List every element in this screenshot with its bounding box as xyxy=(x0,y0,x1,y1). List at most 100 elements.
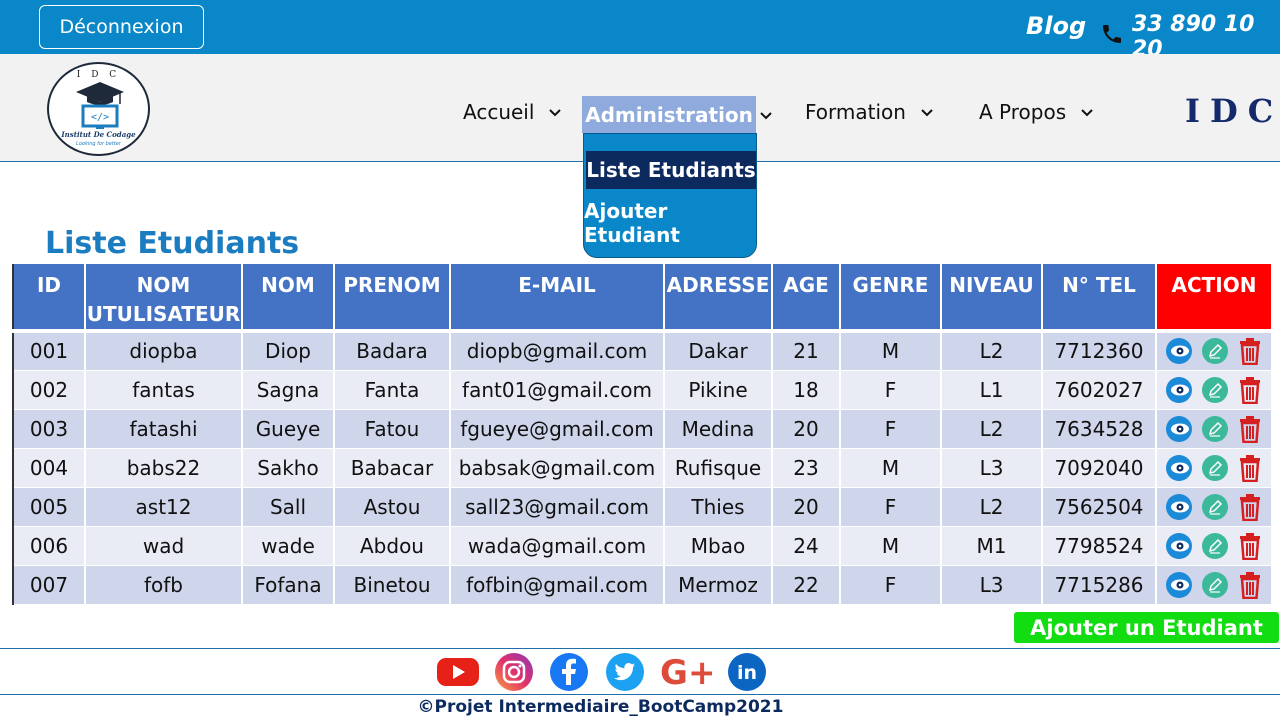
idc-logo[interactable]: I D C </> Institut De Codage Looking for… xyxy=(47,62,150,156)
cell-age: 24 xyxy=(772,526,841,566)
cell-adresse: Mermoz xyxy=(664,565,773,605)
blog-link[interactable]: Blog xyxy=(1026,12,1086,40)
edit-icon[interactable] xyxy=(1201,337,1229,365)
cell-niveau: L3 xyxy=(941,565,1043,605)
delete-icon[interactable] xyxy=(1237,571,1263,599)
cell-niveau: L3 xyxy=(941,448,1043,488)
edit-icon[interactable] xyxy=(1201,454,1229,482)
cell-actions xyxy=(1156,565,1273,605)
logo-name: Institut De Codage xyxy=(61,130,136,139)
column-header: NIVEAU xyxy=(941,264,1043,333)
instagram-icon[interactable] xyxy=(494,652,534,692)
social-links: G+ in xyxy=(436,652,768,692)
cell-actions xyxy=(1156,370,1273,410)
cell-tel: 7602027 xyxy=(1042,370,1157,410)
view-icon[interactable] xyxy=(1165,454,1193,482)
view-icon[interactable] xyxy=(1165,493,1193,521)
cell-niveau: L1 xyxy=(941,370,1043,410)
view-icon[interactable] xyxy=(1165,376,1193,404)
logo-top-text: I D C xyxy=(76,70,121,80)
copyright-text: ©Projet Intermediaire_BootCamp2021 xyxy=(417,697,784,717)
cell-nom: Diop xyxy=(242,331,335,371)
table-row: 001 diopba Diop Badara diopb@gmail.com Dakar 2… xyxy=(13,331,1273,371)
edit-icon[interactable] xyxy=(1201,532,1229,560)
nav-formation-label: Formation xyxy=(805,100,906,124)
logout-button[interactable]: Déconnexion xyxy=(39,5,204,49)
cell-id: 006 xyxy=(13,526,86,566)
twitter-icon[interactable] xyxy=(604,652,646,692)
nav-accueil[interactable]: Accueil xyxy=(463,100,562,124)
view-icon[interactable] xyxy=(1165,415,1193,443)
table-row: 004 babs22 Sakho Babacar babsak@gmail.com Ruf… xyxy=(13,448,1273,488)
dropdown-ajouter-etudiant[interactable]: Ajouter Etudiant xyxy=(584,199,756,247)
delete-icon[interactable] xyxy=(1237,415,1263,443)
dropdown-liste-etudiants[interactable]: Liste Etudiants xyxy=(586,151,756,189)
nav-a-propos-label: A Propos xyxy=(979,100,1067,124)
cell-email: sall23@gmail.com xyxy=(450,487,665,527)
column-header: N° TEL xyxy=(1042,264,1157,333)
cell-genre: F xyxy=(840,370,942,410)
delete-icon[interactable] xyxy=(1237,532,1263,560)
table-row: 002 fantas Sagna Fanta fant01@gmail.com Pikin… xyxy=(13,370,1273,410)
table-row: 005 ast12 Sall Astou sall23@gmail.com Thies 20… xyxy=(13,487,1273,527)
edit-icon[interactable] xyxy=(1201,571,1229,599)
cell-genre: F xyxy=(840,487,942,527)
linkedin-icon[interactable]: in xyxy=(726,652,768,692)
delete-icon[interactable] xyxy=(1237,376,1263,404)
table-row: 006 wad wade Abdou wada@gmail.com Mbao 24 M M1 77… xyxy=(13,526,1273,566)
cell-tel: 7634528 xyxy=(1042,409,1157,449)
logo-tagline: Looking for better xyxy=(76,141,121,147)
cell-genre: M xyxy=(840,448,942,488)
nav-administration[interactable]: Administration xyxy=(582,96,756,133)
google-plus-icon[interactable]: G+ xyxy=(660,652,712,692)
cell-age: 20 xyxy=(772,409,841,449)
add-student-button[interactable]: Ajouter un Etudiant xyxy=(1014,612,1279,643)
cell-age: 18 xyxy=(772,370,841,410)
cell-niveau: L2 xyxy=(941,487,1043,527)
cell-niveau: L2 xyxy=(941,331,1043,371)
cell-username: ast12 xyxy=(85,487,243,527)
facebook-icon[interactable] xyxy=(548,652,590,692)
chevron-down-icon xyxy=(921,109,933,117)
cell-adresse: Rufisque xyxy=(664,448,773,488)
footer-divider xyxy=(0,648,1280,649)
cell-age: 23 xyxy=(772,448,841,488)
cell-prenom: Badara xyxy=(334,331,451,371)
edit-icon[interactable] xyxy=(1201,376,1229,404)
cell-prenom: Fanta xyxy=(334,370,451,410)
view-icon[interactable] xyxy=(1165,532,1193,560)
cell-adresse: Medina xyxy=(664,409,773,449)
cell-adresse: Mbao xyxy=(664,526,773,566)
edit-icon[interactable] xyxy=(1201,493,1229,521)
cell-email: babsak@gmail.com xyxy=(450,448,665,488)
cell-adresse: Thies xyxy=(664,487,773,527)
delete-icon[interactable] xyxy=(1237,454,1263,482)
table-row: 007 fofb Fofana Binetou fofbin@gmail.com Merm… xyxy=(13,565,1273,605)
cell-tel: 7715286 xyxy=(1042,565,1157,605)
cell-username: wad xyxy=(85,526,243,566)
edit-icon[interactable] xyxy=(1201,415,1229,443)
view-icon[interactable] xyxy=(1165,337,1193,365)
delete-icon[interactable] xyxy=(1237,493,1263,521)
column-header: GENRE xyxy=(840,264,942,333)
cell-genre: M xyxy=(840,526,942,566)
table-body: 001 diopba Diop Badara diopb@gmail.com Dakar 2… xyxy=(13,331,1273,605)
cell-tel: 7562504 xyxy=(1042,487,1157,527)
cell-id: 002 xyxy=(13,370,86,410)
nav-a-propos[interactable]: A Propos xyxy=(979,100,1094,124)
cell-actions xyxy=(1156,487,1273,527)
chevron-down-icon[interactable] xyxy=(759,108,773,122)
brand-text: IDC xyxy=(1185,92,1280,130)
footer-divider xyxy=(0,694,1280,695)
cell-id: 003 xyxy=(13,409,86,449)
cell-prenom: Binetou xyxy=(334,565,451,605)
chevron-down-icon xyxy=(549,109,562,117)
nav-formation[interactable]: Formation xyxy=(805,100,934,124)
view-icon[interactable] xyxy=(1165,571,1193,599)
cell-nom: wade xyxy=(242,526,335,566)
delete-icon[interactable] xyxy=(1237,337,1263,366)
cell-id: 001 xyxy=(13,331,86,371)
cell-prenom: Astou xyxy=(334,487,451,527)
cell-email: diopb@gmail.com xyxy=(450,331,665,371)
youtube-icon[interactable] xyxy=(436,655,480,689)
